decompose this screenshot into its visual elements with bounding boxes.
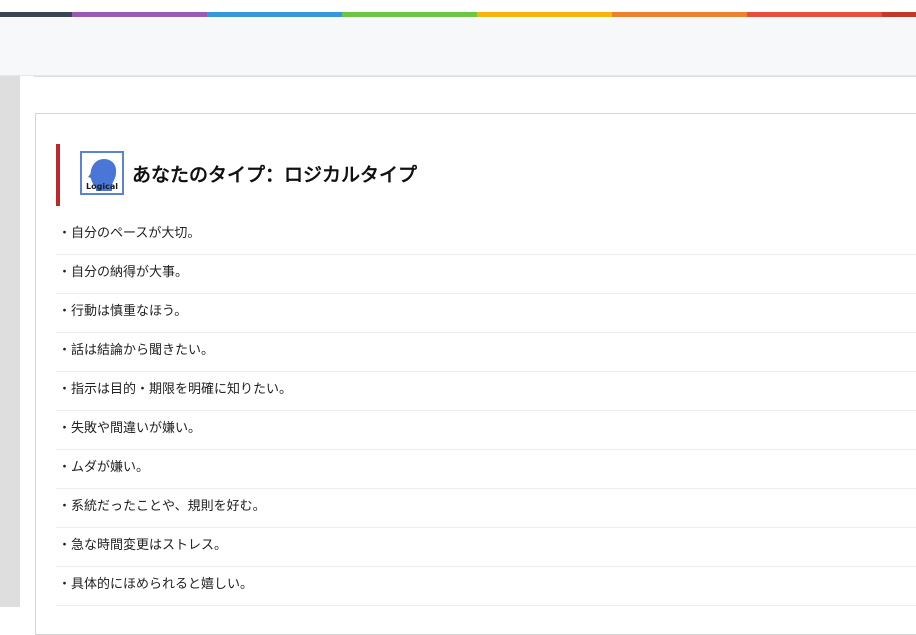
trait-item: ・話は結論から聞きたい。 [56, 333, 916, 372]
content-divider [34, 76, 916, 77]
trait-item: ・指示は目的・期限を明確に知りたい。 [56, 372, 916, 411]
trait-list: ・自分のペースが大切。 ・自分の納得が大事。 ・行動は慎重なほう。 ・話は結論か… [56, 216, 916, 606]
type-result-heading: Logical あなたのタイプ：ロジカルタイプ [56, 144, 660, 206]
color-bar-segment [882, 12, 916, 17]
color-bar-segment [72, 12, 207, 17]
avatar-label: Logical [86, 182, 118, 191]
color-bar-segment [0, 12, 72, 17]
trait-item: ・自分の納得が大事。 [56, 255, 916, 294]
left-sidebar-edge [0, 76, 20, 607]
trait-item: ・急な時間変更はストレス。 [56, 528, 916, 567]
trait-item: ・失敗や間違いが嫌い。 [56, 411, 916, 450]
color-bar-segment [477, 12, 612, 17]
trait-item: ・系統だったことや、規則を好む。 [56, 489, 916, 528]
trait-item: ・ムダが嫌い。 [56, 450, 916, 489]
color-bar-segment [747, 12, 882, 17]
site-header [0, 18, 916, 76]
trait-item: ・自分のペースが大切。 [56, 216, 916, 255]
color-bar-segment [342, 12, 477, 17]
trait-item: ・具体的にほめられると嬉しい。 [56, 567, 916, 606]
logical-type-avatar: Logical [80, 151, 124, 195]
trait-item: ・行動は慎重なほう。 [56, 294, 916, 333]
color-bar-segment [612, 12, 747, 17]
type-title: あなたのタイプ：ロジカルタイプ [132, 164, 418, 186]
top-color-bar [0, 0, 916, 18]
color-bar-segment [207, 12, 342, 17]
